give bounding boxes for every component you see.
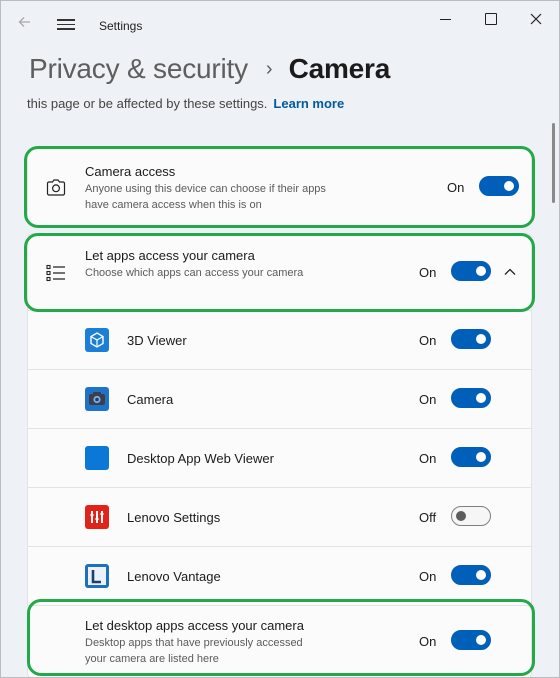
apps-access-state: On — [419, 265, 437, 280]
app-row-desktop-app-web-viewer: Desktop App Web Viewer On — [27, 429, 532, 488]
3d-viewer-icon — [85, 328, 109, 352]
camera-access-card: Camera access Anyone using this device c… — [27, 148, 532, 226]
toggle-knob — [476, 393, 486, 403]
desktop-apps-toggle[interactable] — [451, 630, 491, 650]
toggle-knob — [476, 334, 486, 344]
app-state: On — [419, 392, 437, 407]
camera-icon — [45, 177, 67, 199]
breadcrumb: Privacy & security › Camera — [29, 49, 390, 89]
toggle-knob — [476, 452, 486, 462]
toggle-knob — [456, 511, 466, 521]
lenovo-vantage-icon — [85, 564, 109, 588]
app-state: Off — [419, 510, 437, 525]
camera-access-description: Anyone using this device can choose if t… — [85, 183, 326, 211]
hamburger-menu-icon[interactable] — [57, 16, 75, 32]
toggle-knob — [504, 181, 514, 191]
apps-access-toggle[interactable] — [451, 261, 491, 281]
app-row-lenovo-settings: Lenovo Settings Off — [27, 488, 532, 547]
close-button[interactable] — [521, 11, 551, 31]
window-title: Settings — [99, 19, 143, 33]
camera-app-icon — [85, 387, 109, 411]
app-toggle-desktop-app-web-viewer[interactable] — [451, 447, 491, 467]
apps-access-title: Let apps access your camera — [85, 248, 255, 263]
maximize-button[interactable] — [476, 11, 506, 31]
app-toggle-lenovo-settings[interactable] — [451, 506, 491, 526]
app-list: 3D Viewer On Camera On Desktop App Web V… — [27, 311, 532, 606]
app-state: On — [419, 569, 437, 584]
breadcrumb-parent[interactable]: Privacy & security — [29, 53, 248, 85]
app-name: Desktop App Web Viewer — [127, 451, 274, 466]
app-state: On — [419, 333, 437, 348]
title-bar: Settings — [1, 1, 559, 49]
apps-access-card[interactable]: Let apps access your camera Choose which… — [27, 233, 532, 311]
app-toggle-camera[interactable] — [451, 388, 491, 408]
learn-more-link[interactable]: Learn more — [273, 96, 344, 111]
app-row-camera: Camera On — [27, 370, 532, 429]
intro-body: this page or be affected by these settin… — [27, 96, 268, 111]
toggle-knob — [476, 635, 486, 645]
list-icon — [45, 262, 67, 284]
desktop-app-web-viewer-icon — [85, 446, 109, 470]
settings-window: Settings Privacy & security › Camera thi… — [0, 0, 560, 678]
app-name: Lenovo Vantage — [127, 569, 221, 584]
app-name: Lenovo Settings — [127, 510, 221, 525]
minimize-button[interactable] — [431, 11, 461, 31]
app-row-lenovo-vantage: Lenovo Vantage On — [27, 547, 532, 606]
app-name: 3D Viewer — [127, 333, 187, 348]
camera-access-title: Camera access — [85, 164, 176, 179]
page-title: Camera — [288, 53, 391, 84]
app-name: Camera — [127, 392, 174, 407]
app-state: On — [419, 451, 437, 466]
intro-text: this page or be affected by these settin… — [27, 96, 344, 111]
toggle-knob — [476, 570, 486, 580]
desktop-apps-state: On — [419, 634, 437, 649]
camera-access-state: On — [447, 180, 465, 195]
back-arrow-icon[interactable] — [15, 15, 35, 35]
chevron-up-icon[interactable] — [502, 264, 518, 280]
app-toggle-3d-viewer[interactable] — [451, 329, 491, 349]
apps-access-description: Choose which apps can access your camera — [85, 267, 304, 279]
camera-access-toggle[interactable] — [479, 176, 519, 196]
app-toggle-lenovo-vantage[interactable] — [451, 565, 491, 585]
app-row-3d-viewer: 3D Viewer On — [27, 311, 532, 370]
scrollbar-thumb[interactable] — [552, 123, 555, 203]
desktop-apps-description: Desktop apps that have previously access… — [85, 637, 303, 665]
lenovo-settings-icon — [85, 505, 109, 529]
desktop-apps-title: Let desktop apps access your camera — [85, 618, 304, 633]
breadcrumb-separator: › — [265, 57, 273, 80]
toggle-knob — [476, 266, 486, 276]
close-icon — [530, 13, 542, 25]
desktop-apps-access-card: Let desktop apps access your camera Desk… — [27, 605, 532, 677]
